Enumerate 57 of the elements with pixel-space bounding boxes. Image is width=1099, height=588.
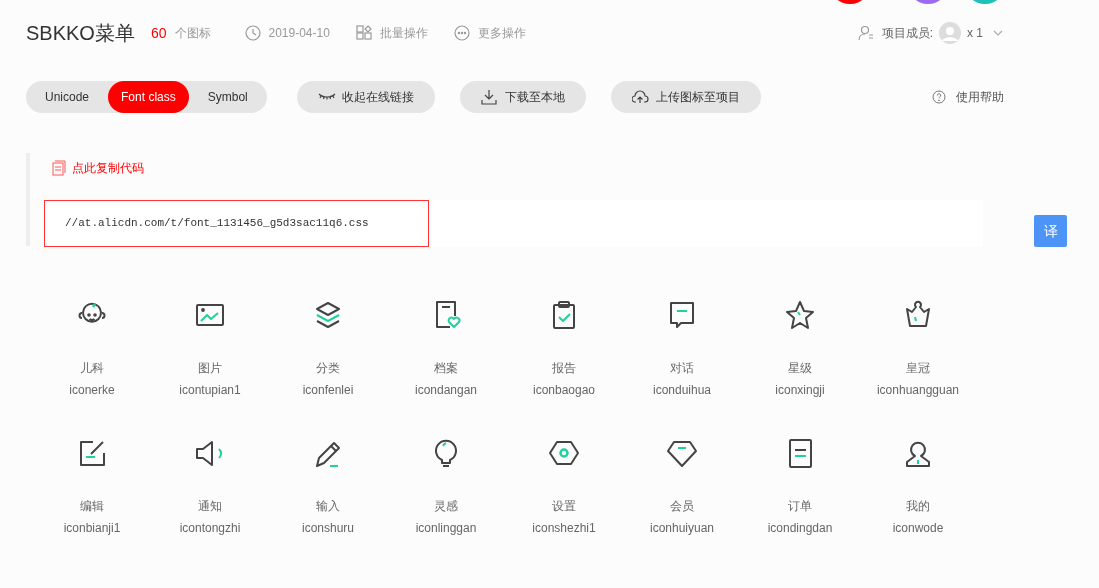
icon-label: 分类 <box>316 360 340 376</box>
icon-class-name: iconwode <box>892 520 944 536</box>
copy-icon <box>52 160 66 176</box>
date-text: 2019-04-10 <box>268 25 330 42</box>
icon-label: 会员 <box>670 498 694 514</box>
icon-label: 图片 <box>198 360 222 376</box>
project-title: SBKKO菜单 <box>26 21 135 46</box>
help-link[interactable]: 使用帮助 <box>956 88 1004 106</box>
icon-class-name: iconshezhi1 <box>532 520 596 536</box>
icon-class-name: iconfenlei <box>302 382 354 398</box>
icon-class-name: iconbianji1 <box>63 520 121 536</box>
icon-class-name: iconbaogao <box>532 382 596 398</box>
collapse-link-button[interactable]: 收起在线链接 <box>296 81 435 113</box>
icon-class-name: icondangan <box>414 382 478 398</box>
icon-class-name: icontongzhi <box>179 520 241 536</box>
download-button[interactable]: 下载至本地 <box>459 81 586 113</box>
cloud-upload-icon <box>631 89 650 105</box>
clock-icon <box>244 25 261 41</box>
icon-label: 设置 <box>552 498 576 514</box>
icon-label: 编辑 <box>80 498 104 514</box>
icon-class-name: icondingdan <box>767 520 833 536</box>
icon-label: 对话 <box>670 360 694 376</box>
icon-label: 通知 <box>198 498 222 514</box>
more-icon <box>453 25 470 41</box>
icon-label: 灵感 <box>434 498 458 514</box>
icon-class-name: iconshuru <box>302 520 354 536</box>
help-icon <box>932 90 946 104</box>
star-icon[interactable] <box>784 299 816 331</box>
icon-label: 档案 <box>434 360 458 376</box>
grid-icon <box>355 25 372 41</box>
copy-code-link[interactable]: 点此复制代码 <box>72 159 144 177</box>
upload-button[interactable]: 上传图标至项目 <box>610 81 761 113</box>
icon-class-name: iconlinggan <box>415 520 477 536</box>
icon-label: 输入 <box>316 498 340 514</box>
icon-class-name: iconhuangguan <box>876 382 960 398</box>
format-tab[interactable]: Symbol <box>188 81 267 113</box>
format-tab[interactable]: Font class <box>108 81 189 113</box>
icon-label: 我的 <box>906 498 930 514</box>
download-icon <box>480 89 499 105</box>
format-tab[interactable]: Unicode <box>26 81 109 113</box>
icon-class-name: iconerke <box>69 382 115 398</box>
icon-class-name: iconxingji <box>775 382 825 398</box>
members-icon <box>857 25 874 41</box>
avatar-icon <box>939 22 961 44</box>
icon-class-name: iconduihua <box>652 382 712 398</box>
icon-count: 60 <box>150 23 167 43</box>
icon-count-label: 个图标 <box>174 25 211 42</box>
icon-label: 儿科 <box>80 360 104 376</box>
icon-label: 星级 <box>788 360 812 376</box>
members-count: x 1 <box>967 25 983 42</box>
icon-label: 报告 <box>552 360 576 376</box>
icon-class-name: icontupian1 <box>179 382 241 398</box>
icon-class-name: iconhuiyuan <box>649 520 715 536</box>
members-label: 项目成员: <box>881 25 933 42</box>
code-text: //at.alicdn.com/t/font_1131456_g5d3sac11q6.css <box>65 216 369 232</box>
icon-label: 订单 <box>788 498 812 514</box>
icon-label: 皇冠 <box>906 360 930 376</box>
